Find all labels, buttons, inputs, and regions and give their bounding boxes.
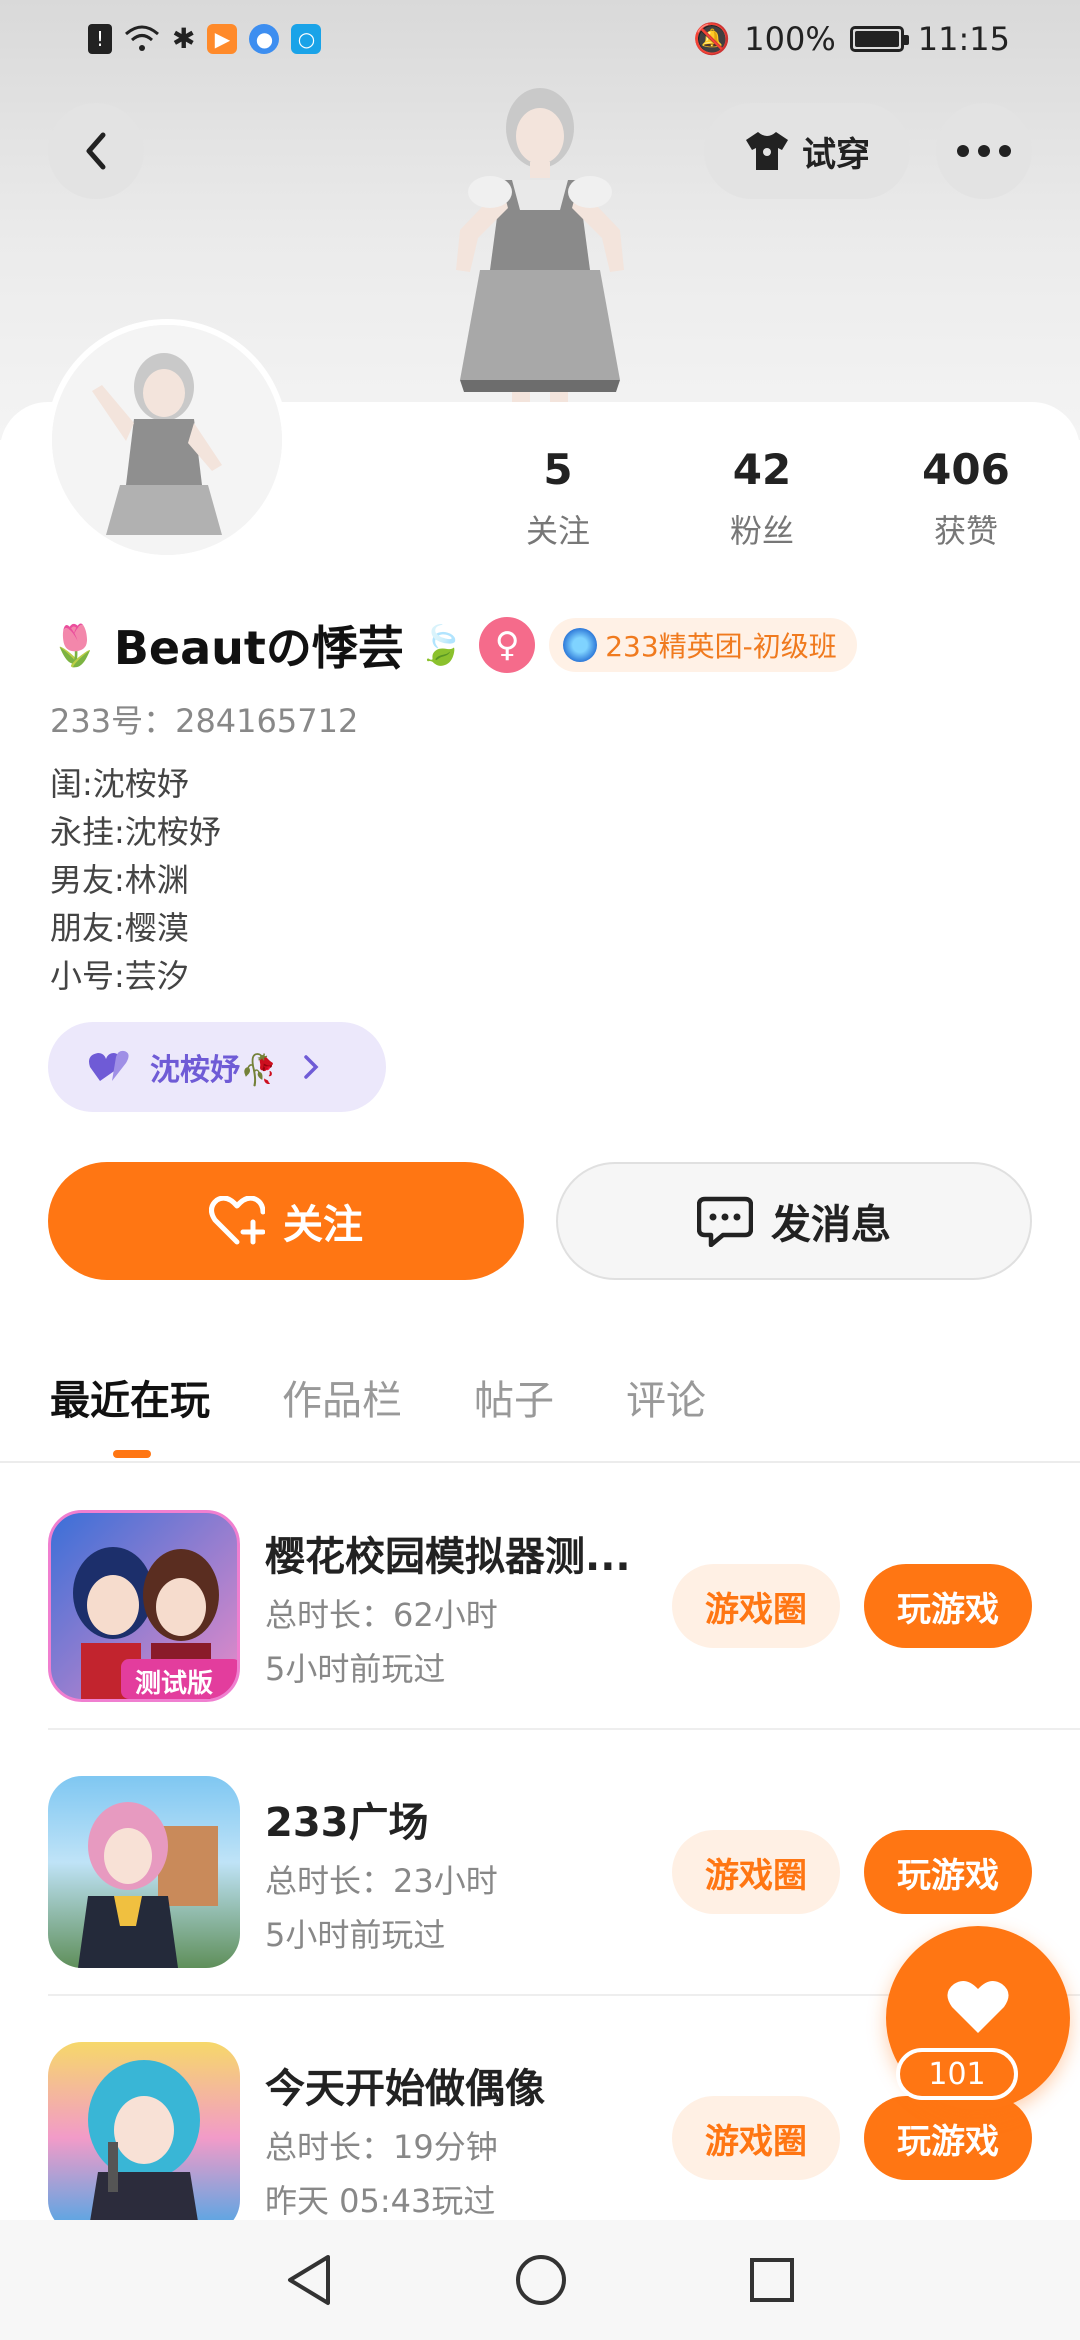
game-row[interactable]: 测试版 樱花校园模拟器测... 总时长：62小时 5小时前玩过 游戏圈 玩游戏 — [0, 1464, 1080, 1730]
avatar-3d-figure — [456, 88, 624, 440]
avatar[interactable] — [52, 325, 282, 555]
chevron-right-icon — [304, 1055, 319, 1079]
battery-icon — [849, 26, 909, 52]
game-last-played: 5小时前玩过 — [265, 1650, 446, 1688]
play-game-button[interactable]: 玩游戏 — [864, 2096, 1032, 2180]
stat-likes-count: 406 — [922, 445, 1010, 494]
stat-followers[interactable]: 42 粉丝 — [682, 445, 842, 552]
chat-bubble-icon — [697, 1196, 753, 1247]
stat-following-label: 关注 — [525, 512, 590, 550]
app-notification-icon-2: ● — [249, 23, 280, 54]
follow-label: 关注 — [283, 1202, 363, 1248]
user-id: 233号：284165712 — [50, 702, 359, 740]
avatar-image — [52, 325, 282, 555]
more-button[interactable] — [936, 103, 1032, 199]
game-title: 今天开始做偶像 — [265, 2066, 545, 2112]
more-dots-icon — [957, 145, 1011, 157]
nav-recents-icon[interactable] — [748, 2256, 796, 2304]
stat-followers-label: 粉丝 — [729, 512, 794, 550]
cp-name: 沈桉妤🥀 — [150, 1053, 278, 1088]
back-arrow-icon — [86, 132, 106, 170]
tab-recently-played[interactable]: 最近在玩 — [50, 1368, 210, 1426]
game-title: 233广场 — [265, 1800, 429, 1846]
back-button[interactable] — [48, 103, 144, 199]
game-circle-button[interactable]: 游戏圈 — [672, 1564, 840, 1648]
stat-likes-label: 获赞 — [933, 512, 998, 550]
message-label: 发消息 — [771, 1202, 891, 1248]
like-count: 101 — [896, 2048, 1018, 2100]
status-bar: ! ✱ ▶ ● ○ 🔕 100% 11:15 — [0, 0, 1080, 84]
bluetooth-icon: ✱ — [172, 22, 196, 55]
game-duration: 总时长：23小时 — [265, 1862, 498, 1900]
bio: 闺:沈桉妤 永挂:沈桉妤 男友:林渊 朋友:樱漠 小号:芸汐 — [50, 760, 221, 1000]
nav-back-icon[interactable] — [284, 2253, 334, 2307]
app-notification-icon-1: ▶ — [207, 23, 238, 54]
clock: 11:15 — [917, 20, 1010, 58]
leaf-icon: 🍃 — [417, 622, 466, 667]
mute-icon: 🔕 — [692, 21, 731, 57]
status-bar-system: 🔕 100% 11:15 — [693, 20, 1010, 58]
bio-line: 永挂:沈桉妤 — [50, 813, 221, 851]
play-game-button[interactable]: 玩游戏 — [864, 1830, 1032, 1914]
badge-emblem-icon — [563, 628, 598, 662]
game-icon-sakura-school: 测试版 — [48, 1510, 240, 1702]
active-tab-indicator — [113, 1450, 151, 1458]
gender-female-icon: ♀ — [479, 617, 536, 673]
game-last-played: 5小时前玩过 — [265, 1916, 446, 1954]
double-heart-icon — [89, 1050, 129, 1081]
bio-line: 小号:芸汐 — [50, 957, 189, 995]
wifi-icon — [125, 25, 159, 51]
sim-alert-icon: ! — [88, 23, 112, 54]
tshirt-icon — [746, 132, 788, 170]
follow-button[interactable]: 关注 — [48, 1162, 524, 1280]
game-title: 樱花校园模拟器测... — [265, 1534, 631, 1580]
game-icon-idol — [48, 2042, 240, 2234]
game-icon-badge: 测试版 — [135, 1669, 214, 1699]
bio-line: 朋友:樱漠 — [50, 909, 189, 947]
stat-following-count: 5 — [543, 445, 573, 494]
bio-line: 男友:林渊 — [50, 861, 189, 899]
message-button[interactable]: 发消息 — [556, 1162, 1032, 1280]
tulip-icon: 🌷 — [50, 622, 100, 669]
play-game-button[interactable]: 玩游戏 — [864, 1564, 1032, 1648]
profile-tabs: 最近在玩 作品栏 帖子 评论 — [50, 1368, 778, 1426]
stat-likes[interactable]: 406 获赞 — [886, 445, 1046, 552]
stat-following[interactable]: 5 关注 — [478, 445, 638, 552]
game-circle-button[interactable]: 游戏圈 — [672, 1830, 840, 1914]
game-icon-233-plaza — [48, 1776, 240, 1968]
nav-home-icon[interactable] — [514, 2253, 568, 2307]
game-duration: 总时长：19分钟 — [265, 2128, 498, 2166]
heart-icon — [947, 1980, 1009, 2033]
system-nav-bar — [0, 2220, 1080, 2340]
cp-relationship-pill[interactable]: 沈桉妤🥀 — [48, 1022, 386, 1112]
heart-plus-icon — [209, 1196, 265, 1245]
try-on-label: 试穿 — [802, 134, 870, 175]
game-duration: 总时长：62小时 — [265, 1596, 498, 1634]
elite-badge[interactable]: 233精英团-初级班 — [549, 618, 857, 672]
tabs-divider — [0, 1461, 1080, 1463]
profile-name: Beautの悸芸 — [113, 621, 404, 675]
battery-percent: 100% — [744, 20, 836, 58]
game-last-played: 昨天 05:43玩过 — [265, 2182, 496, 2220]
status-bar-notifications: ! ✱ ▶ ● ○ — [88, 22, 322, 55]
tab-works[interactable]: 作品栏 — [282, 1368, 402, 1426]
tab-comments[interactable]: 评论 — [626, 1368, 706, 1426]
try-on-button[interactable]: 试穿 — [704, 103, 910, 199]
tab-posts[interactable]: 帖子 — [474, 1368, 554, 1426]
game-circle-button[interactable]: 游戏圈 — [672, 2096, 840, 2180]
elite-badge-label: 233精英团-初级班 — [605, 630, 837, 663]
app-notification-icon-3: ○ — [291, 23, 322, 54]
bio-line: 闺:沈桉妤 — [50, 765, 189, 803]
name-row: 🌷 Beautの悸芸 🍃 ♀ 233精英团-初级班 — [50, 610, 857, 680]
stat-followers-count: 42 — [732, 445, 792, 494]
